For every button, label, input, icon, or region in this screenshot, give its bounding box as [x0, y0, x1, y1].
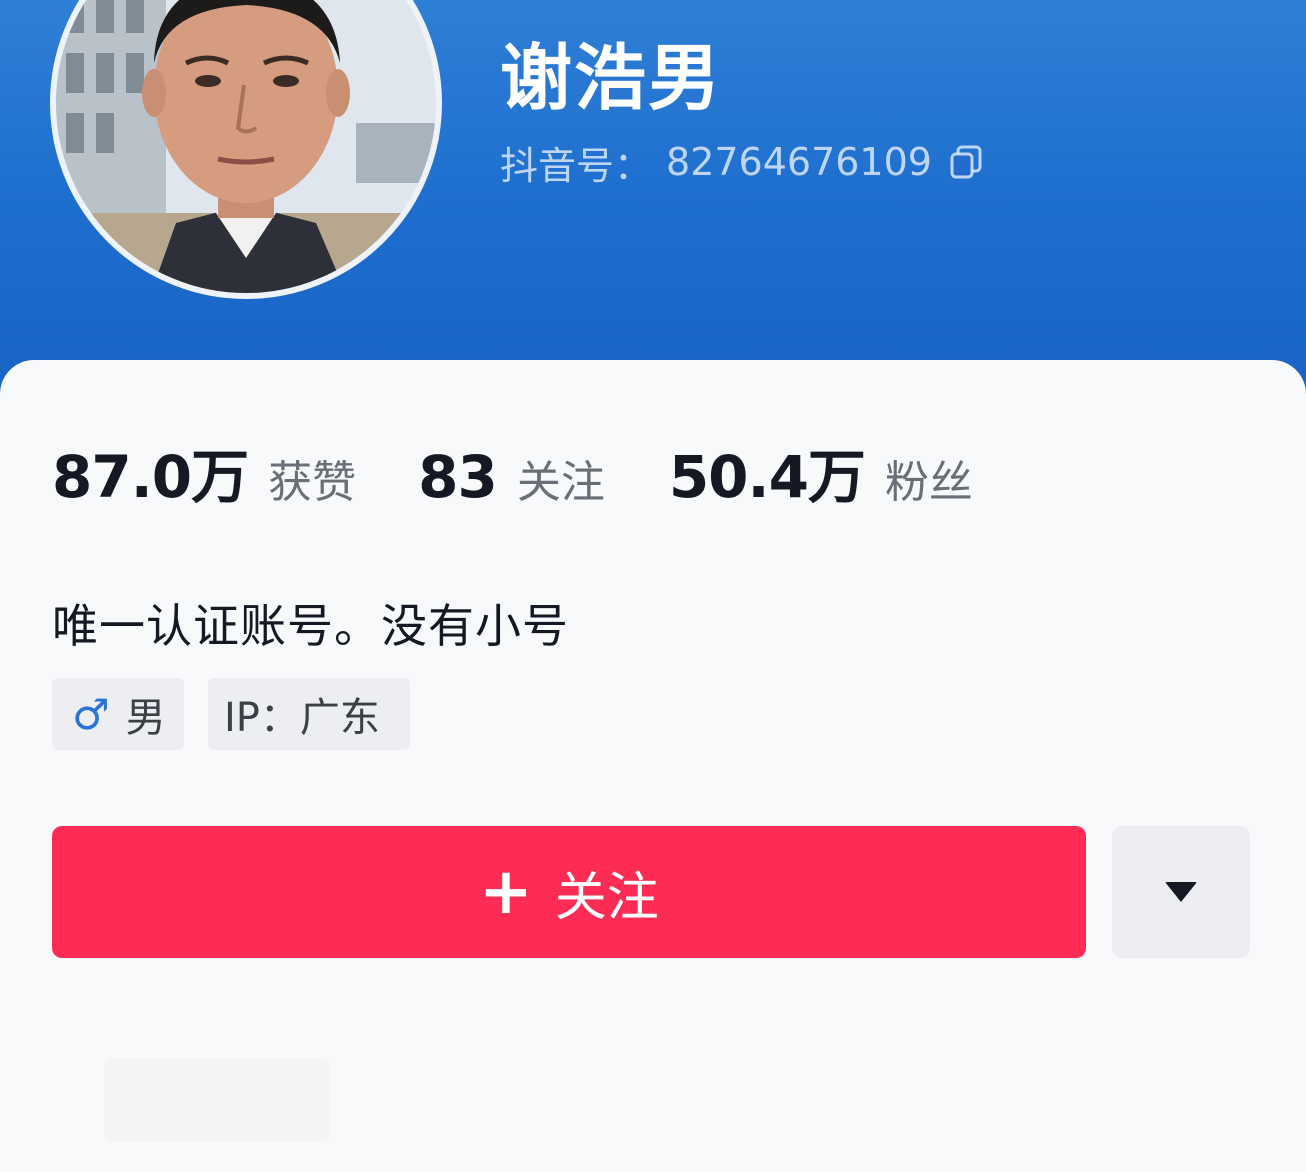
stat-followers[interactable]: 50.4万 粉丝 [669, 430, 973, 514]
followers-label: 粉丝 [884, 457, 973, 508]
follow-button-label: 关注 [554, 867, 659, 928]
likes-count: 87.0万 [52, 443, 249, 511]
followers-count: 50.4万 [668, 443, 866, 511]
following-label: 关注 [516, 457, 605, 508]
ip-location-tag: IP：广东 [208, 678, 410, 750]
avatar-photo [56, 0, 436, 293]
profile-page: 谢浩男 抖音号： 82764676109 87.0万 获赞 83 关注 50.4… [0, 0, 1306, 1172]
gender-tag: ♂ 男 [52, 678, 184, 750]
caret-down-icon [1165, 882, 1197, 902]
avatar[interactable] [50, 0, 442, 299]
blurred-content-area [104, 1058, 330, 1142]
avatar-container[interactable] [50, 0, 442, 301]
likes-label: 获赞 [268, 457, 357, 508]
account-id-value: 82764676109 [666, 140, 932, 184]
plus-icon: + [479, 855, 533, 929]
following-count: 83 [418, 443, 498, 511]
stat-likes[interactable]: 87.0万 获赞 [52, 430, 356, 514]
more-options-button[interactable] [1112, 826, 1250, 958]
stat-following[interactable]: 83 关注 [418, 443, 605, 511]
profile-bio: 唯一认证账号。没有小号 [52, 599, 569, 653]
follow-button[interactable]: + 关注 [52, 826, 1086, 958]
profile-tags: ♂ 男 IP：广东 [52, 678, 410, 750]
account-id-label: 抖音号： [500, 143, 653, 188]
profile-stats: 87.0万 获赞 83 关注 50.4万 粉丝 [52, 430, 973, 511]
account-id-row[interactable]: 抖音号： 82764676109 [500, 134, 984, 190]
male-icon: ♂ [72, 689, 110, 739]
copy-icon[interactable] [948, 144, 984, 180]
display-name: 谢浩男 [500, 36, 723, 120]
gender-label: 男 [125, 695, 166, 741]
